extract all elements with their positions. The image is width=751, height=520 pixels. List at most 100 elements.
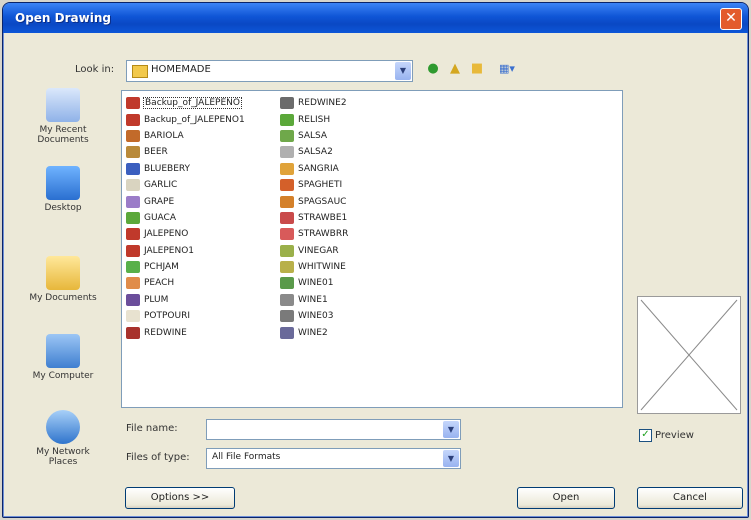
places-bar: My Recent Documents Desktop My Documents… bbox=[17, 88, 109, 488]
file-name: Backup_of_JALEPENO1 bbox=[144, 114, 245, 125]
file-item[interactable]: SALSA2 bbox=[280, 144, 349, 160]
drawing-file-icon bbox=[280, 179, 294, 192]
file-name-input[interactable]: ▼ bbox=[206, 419, 461, 440]
drawing-file-icon bbox=[280, 146, 294, 159]
new-folder-icon[interactable]: ■ bbox=[469, 61, 485, 77]
drawing-file-icon bbox=[126, 97, 140, 110]
cancel-button[interactable]: Cancel bbox=[637, 487, 743, 509]
file-name: GUACA bbox=[144, 212, 177, 223]
drawing-file-icon bbox=[126, 129, 140, 142]
place-my-documents[interactable]: My Documents bbox=[17, 256, 109, 303]
chevron-down-icon[interactable]: ▼ bbox=[395, 62, 411, 80]
file-name: GRAPE bbox=[144, 196, 175, 207]
file-name: SALSA2 bbox=[298, 147, 333, 158]
place-my-computer[interactable]: My Computer bbox=[17, 334, 109, 381]
drawing-file-icon bbox=[280, 195, 294, 208]
views-menu-icon[interactable]: ▦▾ bbox=[493, 61, 521, 77]
file-name: PLUM bbox=[144, 294, 169, 305]
file-item[interactable]: SANGRIA bbox=[280, 161, 349, 177]
file-item[interactable]: STRAWBRR bbox=[280, 226, 349, 242]
back-arrow-icon[interactable]: ● bbox=[425, 61, 441, 77]
drawing-file-icon bbox=[280, 97, 294, 110]
file-name: SPAGSAUC bbox=[298, 196, 347, 207]
file-item[interactable]: REDWINE bbox=[126, 324, 246, 340]
file-name: Backup_of_JALEPENO bbox=[143, 97, 242, 110]
my-documents-icon bbox=[46, 256, 80, 290]
file-name: WINE1 bbox=[298, 294, 328, 305]
look-in-label: Look in: bbox=[75, 64, 115, 75]
place-label: My Network bbox=[36, 447, 90, 457]
desktop-icon bbox=[46, 166, 80, 200]
close-button[interactable]: ✕ bbox=[720, 8, 742, 30]
chevron-down-icon[interactable]: ▼ bbox=[443, 421, 459, 438]
file-name: SANGRIA bbox=[298, 163, 339, 174]
no-preview-icon bbox=[640, 299, 738, 411]
file-item[interactable]: SPAGSAUC bbox=[280, 193, 349, 209]
place-network[interactable]: My Network Places bbox=[17, 410, 109, 467]
file-item[interactable]: GRAPE bbox=[126, 193, 246, 209]
file-item[interactable]: PCHJAM bbox=[126, 259, 246, 275]
file-item[interactable]: WINE03 bbox=[280, 308, 349, 324]
file-item[interactable]: SPAGHETI bbox=[280, 177, 349, 193]
file-item[interactable]: GARLIC bbox=[126, 177, 246, 193]
place-label: Documents bbox=[37, 135, 89, 145]
file-item[interactable]: VINEGAR bbox=[280, 243, 349, 259]
file-item[interactable]: Backup_of_JALEPENO bbox=[126, 95, 246, 111]
chevron-down-icon[interactable]: ▼ bbox=[443, 450, 459, 467]
file-item[interactable]: GUACA bbox=[126, 210, 246, 226]
file-name: STRAWBRR bbox=[298, 229, 349, 240]
drawing-file-icon bbox=[280, 277, 294, 290]
file-item[interactable]: WINE2 bbox=[280, 324, 349, 340]
drawing-file-icon bbox=[280, 129, 294, 142]
file-item[interactable]: WINE01 bbox=[280, 275, 349, 291]
file-item[interactable]: PLUM bbox=[126, 292, 246, 308]
drawing-file-icon bbox=[126, 146, 140, 159]
file-name: BARIOLA bbox=[144, 130, 184, 141]
file-item[interactable]: SALSA bbox=[280, 128, 349, 144]
drawing-file-icon bbox=[280, 293, 294, 306]
file-name-label: File name: bbox=[126, 423, 178, 434]
place-desktop[interactable]: Desktop bbox=[17, 166, 109, 213]
files-of-type-value: All File Formats bbox=[212, 452, 281, 462]
file-name: POTPOURI bbox=[144, 311, 191, 322]
network-places-icon bbox=[46, 410, 80, 444]
title-bar[interactable]: Open Drawing ✕ bbox=[3, 3, 748, 33]
options-button[interactable]: Options >> bbox=[125, 487, 235, 509]
file-item[interactable]: WINE1 bbox=[280, 292, 349, 308]
file-item[interactable]: JALEPENO bbox=[126, 226, 246, 242]
file-name: WHITWINE bbox=[298, 262, 346, 273]
drawing-file-icon bbox=[280, 162, 294, 175]
open-button[interactable]: Open bbox=[517, 487, 615, 509]
file-name: SALSA bbox=[298, 130, 328, 141]
file-name: SPAGHETI bbox=[298, 180, 343, 191]
drawing-file-icon bbox=[280, 326, 294, 339]
look-in-dropdown[interactable]: HOMEMADE ▼ bbox=[126, 60, 413, 82]
file-name: JALEPENO bbox=[144, 229, 189, 240]
file-name: BLUEBERY bbox=[144, 163, 191, 174]
file-item[interactable]: REDWINE2 bbox=[280, 95, 349, 111]
file-item[interactable]: POTPOURI bbox=[126, 308, 246, 324]
file-name: RELISH bbox=[298, 114, 331, 125]
file-item[interactable]: JALEPENO1 bbox=[126, 243, 246, 259]
file-name: WINE01 bbox=[298, 278, 334, 289]
preview-checkbox[interactable]: ✓ bbox=[639, 429, 652, 442]
file-item[interactable]: BARIOLA bbox=[126, 128, 246, 144]
file-item[interactable]: RELISH bbox=[280, 111, 349, 127]
file-item[interactable]: BEER bbox=[126, 144, 246, 160]
file-name: WINE03 bbox=[298, 311, 334, 322]
file-item[interactable]: STRAWBE1 bbox=[280, 210, 349, 226]
file-item[interactable]: Backup_of_JALEPENO1 bbox=[126, 111, 246, 127]
drawing-file-icon bbox=[126, 293, 140, 306]
my-computer-icon bbox=[46, 334, 80, 368]
file-item[interactable]: BLUEBERY bbox=[126, 161, 246, 177]
up-folder-icon[interactable]: ▲ bbox=[447, 61, 463, 77]
file-list[interactable]: Backup_of_JALEPENO Backup_of_JALEPENO1 BAR… bbox=[121, 90, 623, 408]
file-item[interactable]: PEACH bbox=[126, 275, 246, 291]
files-of-type-select[interactable]: All File Formats ▼ bbox=[206, 448, 461, 469]
drawing-file-icon bbox=[280, 211, 294, 224]
place-label: My Documents bbox=[29, 293, 97, 303]
file-name: JALEPENO1 bbox=[144, 245, 195, 256]
file-item[interactable]: WHITWINE bbox=[280, 259, 349, 275]
file-name: GARLIC bbox=[144, 180, 178, 191]
place-recent-documents[interactable]: My Recent Documents bbox=[17, 88, 109, 145]
